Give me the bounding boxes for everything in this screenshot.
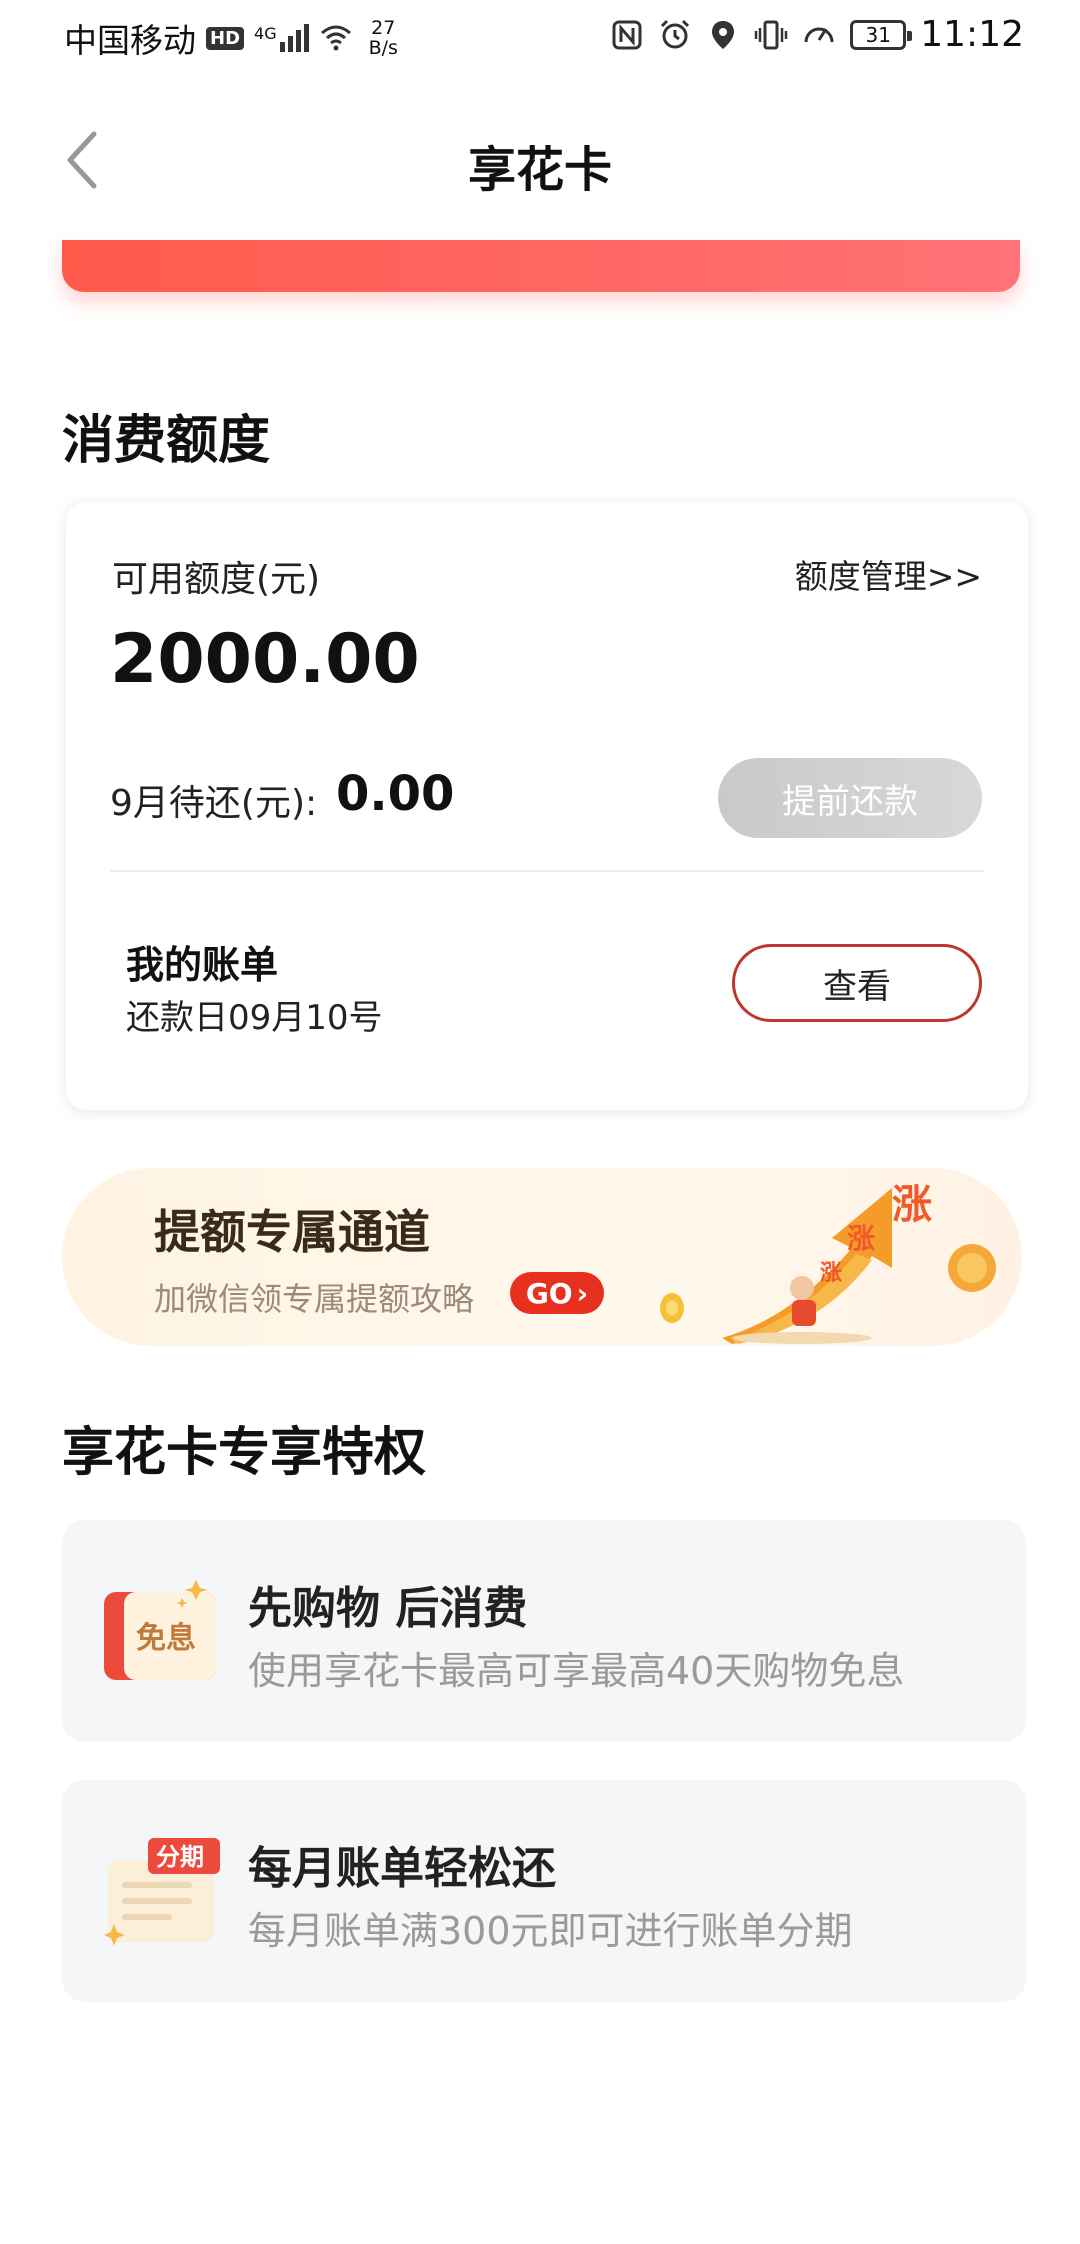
speed-value: 27 bbox=[371, 17, 396, 39]
installment-badge-text: 分期 bbox=[156, 1843, 204, 1871]
privilege-card-installment[interactable]: 分期 每月账单轻松还 每月账单满300元即可进行账单分期 bbox=[62, 1780, 1026, 2002]
location-icon bbox=[712, 20, 735, 49]
repayment-date: 还款日09月10号 bbox=[126, 998, 383, 1038]
battery-icon: 31 bbox=[850, 19, 913, 50]
rise-text-small: 涨 bbox=[820, 1261, 842, 1286]
privilege-title: 先购物 后消费 bbox=[248, 1583, 528, 1634]
status-bar: 中国移动 HD 4G 27 B/s 31 11:12 bbox=[0, 0, 1080, 80]
rise-text-medium: 涨 bbox=[847, 1222, 875, 1255]
prepay-button[interactable]: 提前还款 bbox=[718, 758, 982, 838]
due-amount-value: 0.00 bbox=[336, 766, 455, 822]
credit-manage-link[interactable]: 额度管理>> bbox=[795, 550, 982, 598]
privilege-description: 每月账单满300元即可进行账单分期 bbox=[248, 1909, 853, 1953]
promo-subtitle: 加微信领专属提额攻略 bbox=[154, 1280, 475, 1318]
privilege-description: 使用享花卡最高可享最高40天购物免息 bbox=[248, 1649, 905, 1693]
network-type: 4G bbox=[254, 24, 277, 43]
signal-icon: 4G bbox=[254, 24, 309, 52]
go-label: GO bbox=[525, 1276, 573, 1310]
page-title: 享花卡 bbox=[467, 142, 612, 198]
privilege-title: 每月账单轻松还 bbox=[248, 1843, 556, 1894]
battery-level: 31 bbox=[865, 22, 891, 47]
nav-bar: 享花卡 bbox=[0, 100, 1080, 220]
divider bbox=[110, 870, 984, 872]
available-credit-amount: 2000.00 bbox=[110, 620, 420, 699]
promo-banner[interactable]: 提额专属通道 加微信领专属提额攻略 GO › 涨 涨 涨 bbox=[62, 1168, 1022, 1346]
due-amount-label: 9月待还(元): bbox=[110, 783, 318, 824]
interest-free-icon: 免息 bbox=[104, 1580, 216, 1680]
privilege-card-interest-free[interactable]: 免息 先购物 后消费 使用享花卡最高可享最高40天购物免息 bbox=[62, 1520, 1026, 1742]
rising-arrow-illustration: 涨 涨 涨 bbox=[660, 1182, 996, 1344]
rise-text-large: 涨 bbox=[892, 1182, 932, 1228]
speed-unit: B/s bbox=[368, 37, 398, 59]
credit-section-title: 消费额度 bbox=[62, 411, 271, 471]
clock: 11:12 bbox=[920, 14, 1024, 55]
hd-badge: HD bbox=[206, 26, 245, 50]
my-bill-title: 我的账单 bbox=[126, 943, 279, 987]
vibrate-icon bbox=[755, 20, 788, 49]
go-badge[interactable]: GO › bbox=[510, 1272, 604, 1314]
available-credit-label: 可用额度(元) bbox=[112, 559, 321, 600]
header-banner[interactable] bbox=[62, 240, 1020, 292]
speedometer-icon bbox=[804, 27, 834, 42]
carrier-name: 中国移动 bbox=[64, 21, 196, 60]
alarm-icon bbox=[661, 19, 690, 48]
credit-card: 可用额度(元) 额度管理>> 2000.00 9月待还(元): 0.00 提前还… bbox=[66, 502, 1028, 1110]
view-bill-button[interactable]: 查看 bbox=[732, 944, 982, 1022]
installment-icon: 分期 bbox=[104, 1838, 220, 1946]
chevron-right-icon: › bbox=[576, 1276, 589, 1310]
network-speed: 27 B/s bbox=[369, 18, 398, 58]
wifi-icon bbox=[320, 25, 351, 51]
privileges-section-title: 享花卡专享特权 bbox=[62, 1423, 427, 1483]
nfc-icon bbox=[612, 20, 642, 49]
interest-free-badge-text: 免息 bbox=[136, 1621, 196, 1656]
promo-title: 提额专属通道 bbox=[154, 1205, 430, 1259]
